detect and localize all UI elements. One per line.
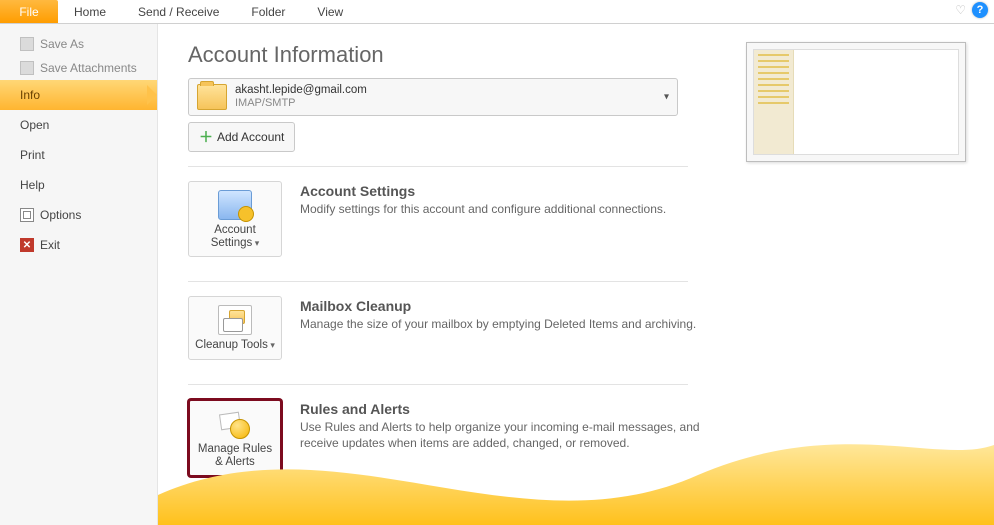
section-title: Rules and Alerts — [300, 401, 708, 417]
sidebar-label: Options — [40, 208, 81, 222]
tab-file[interactable]: File — [0, 0, 58, 23]
tab-view[interactable]: View — [301, 0, 359, 23]
sidebar-info[interactable]: Info — [0, 80, 157, 110]
tab-send-receive[interactable]: Send / Receive — [122, 0, 235, 23]
heart-icon: ♡ — [955, 3, 966, 17]
backstage-content: Account Information akasht.lepide@gmail.… — [158, 24, 994, 525]
exit-icon: ✕ — [20, 238, 34, 252]
section-account-settings: Account Settings ▾ Account Settings Modi… — [188, 175, 708, 267]
section-title: Account Settings — [300, 183, 708, 199]
sidebar-label: Print — [20, 148, 45, 162]
sidebar-save-as[interactable]: Save As — [0, 32, 157, 56]
ribbon: File Home Send / Receive Folder View ♡ ? — [0, 0, 994, 24]
section-desc: Modify settings for this account and con… — [300, 201, 708, 217]
tab-home[interactable]: Home — [58, 0, 122, 23]
plus-icon: ＋ — [199, 127, 213, 147]
sidebar-open[interactable]: Open — [0, 110, 157, 140]
account-settings-icon — [218, 190, 252, 220]
account-selector[interactable]: akasht.lepide@gmail.com IMAP/SMTP ▾ — [188, 78, 678, 116]
sidebar-save-attachments[interactable]: Save Attachments — [0, 56, 157, 80]
cleanup-icon — [218, 305, 252, 335]
account-email: akasht.lepide@gmail.com — [235, 84, 367, 97]
sidebar-exit[interactable]: ✕ Exit — [0, 230, 157, 260]
divider — [188, 166, 688, 167]
divider — [188, 281, 688, 282]
section-mailbox-cleanup: Cleanup Tools ▾ Mailbox Cleanup Manage t… — [188, 290, 708, 369]
section-desc: Use Rules and Alerts to help organize yo… — [300, 419, 708, 451]
manage-rules-button[interactable]: Manage Rules & Alerts — [188, 399, 282, 477]
sidebar-label: Help — [20, 178, 45, 192]
save-icon — [20, 37, 34, 51]
cleanup-tools-button[interactable]: Cleanup Tools ▾ — [188, 296, 282, 359]
help-icon[interactable]: ? — [972, 2, 988, 18]
folder-icon — [197, 84, 227, 110]
section-title: Mailbox Cleanup — [300, 298, 708, 314]
print-preview-thumbnail — [746, 42, 966, 162]
sidebar-label: Open — [20, 118, 49, 132]
sidebar-label: Exit — [40, 238, 60, 252]
tab-folder[interactable]: Folder — [235, 0, 301, 23]
add-account-button[interactable]: ＋ Add Account — [188, 122, 295, 152]
rules-icon — [218, 409, 252, 439]
section-desc: Manage the size of your mailbox by empty… — [300, 316, 708, 332]
account-settings-button[interactable]: Account Settings ▾ — [188, 181, 282, 257]
divider — [188, 384, 688, 385]
backstage-sidebar: Save As Save Attachments Info Open Print… — [0, 24, 158, 525]
attachment-icon — [20, 61, 34, 75]
sidebar-print[interactable]: Print — [0, 140, 157, 170]
sidebar-label: Save Attachments — [40, 61, 137, 75]
options-icon — [20, 208, 34, 222]
add-account-label: Add Account — [217, 130, 284, 144]
sidebar-label: Info — [20, 88, 40, 102]
account-type: IMAP/SMTP — [235, 97, 367, 110]
sidebar-options[interactable]: Options — [0, 200, 157, 230]
sidebar-help[interactable]: Help — [0, 170, 157, 200]
section-rules-alerts: Manage Rules & Alerts Rules and Alerts U… — [188, 393, 708, 487]
chevron-down-icon: ▾ — [664, 92, 669, 103]
sidebar-label: Save As — [40, 37, 84, 51]
